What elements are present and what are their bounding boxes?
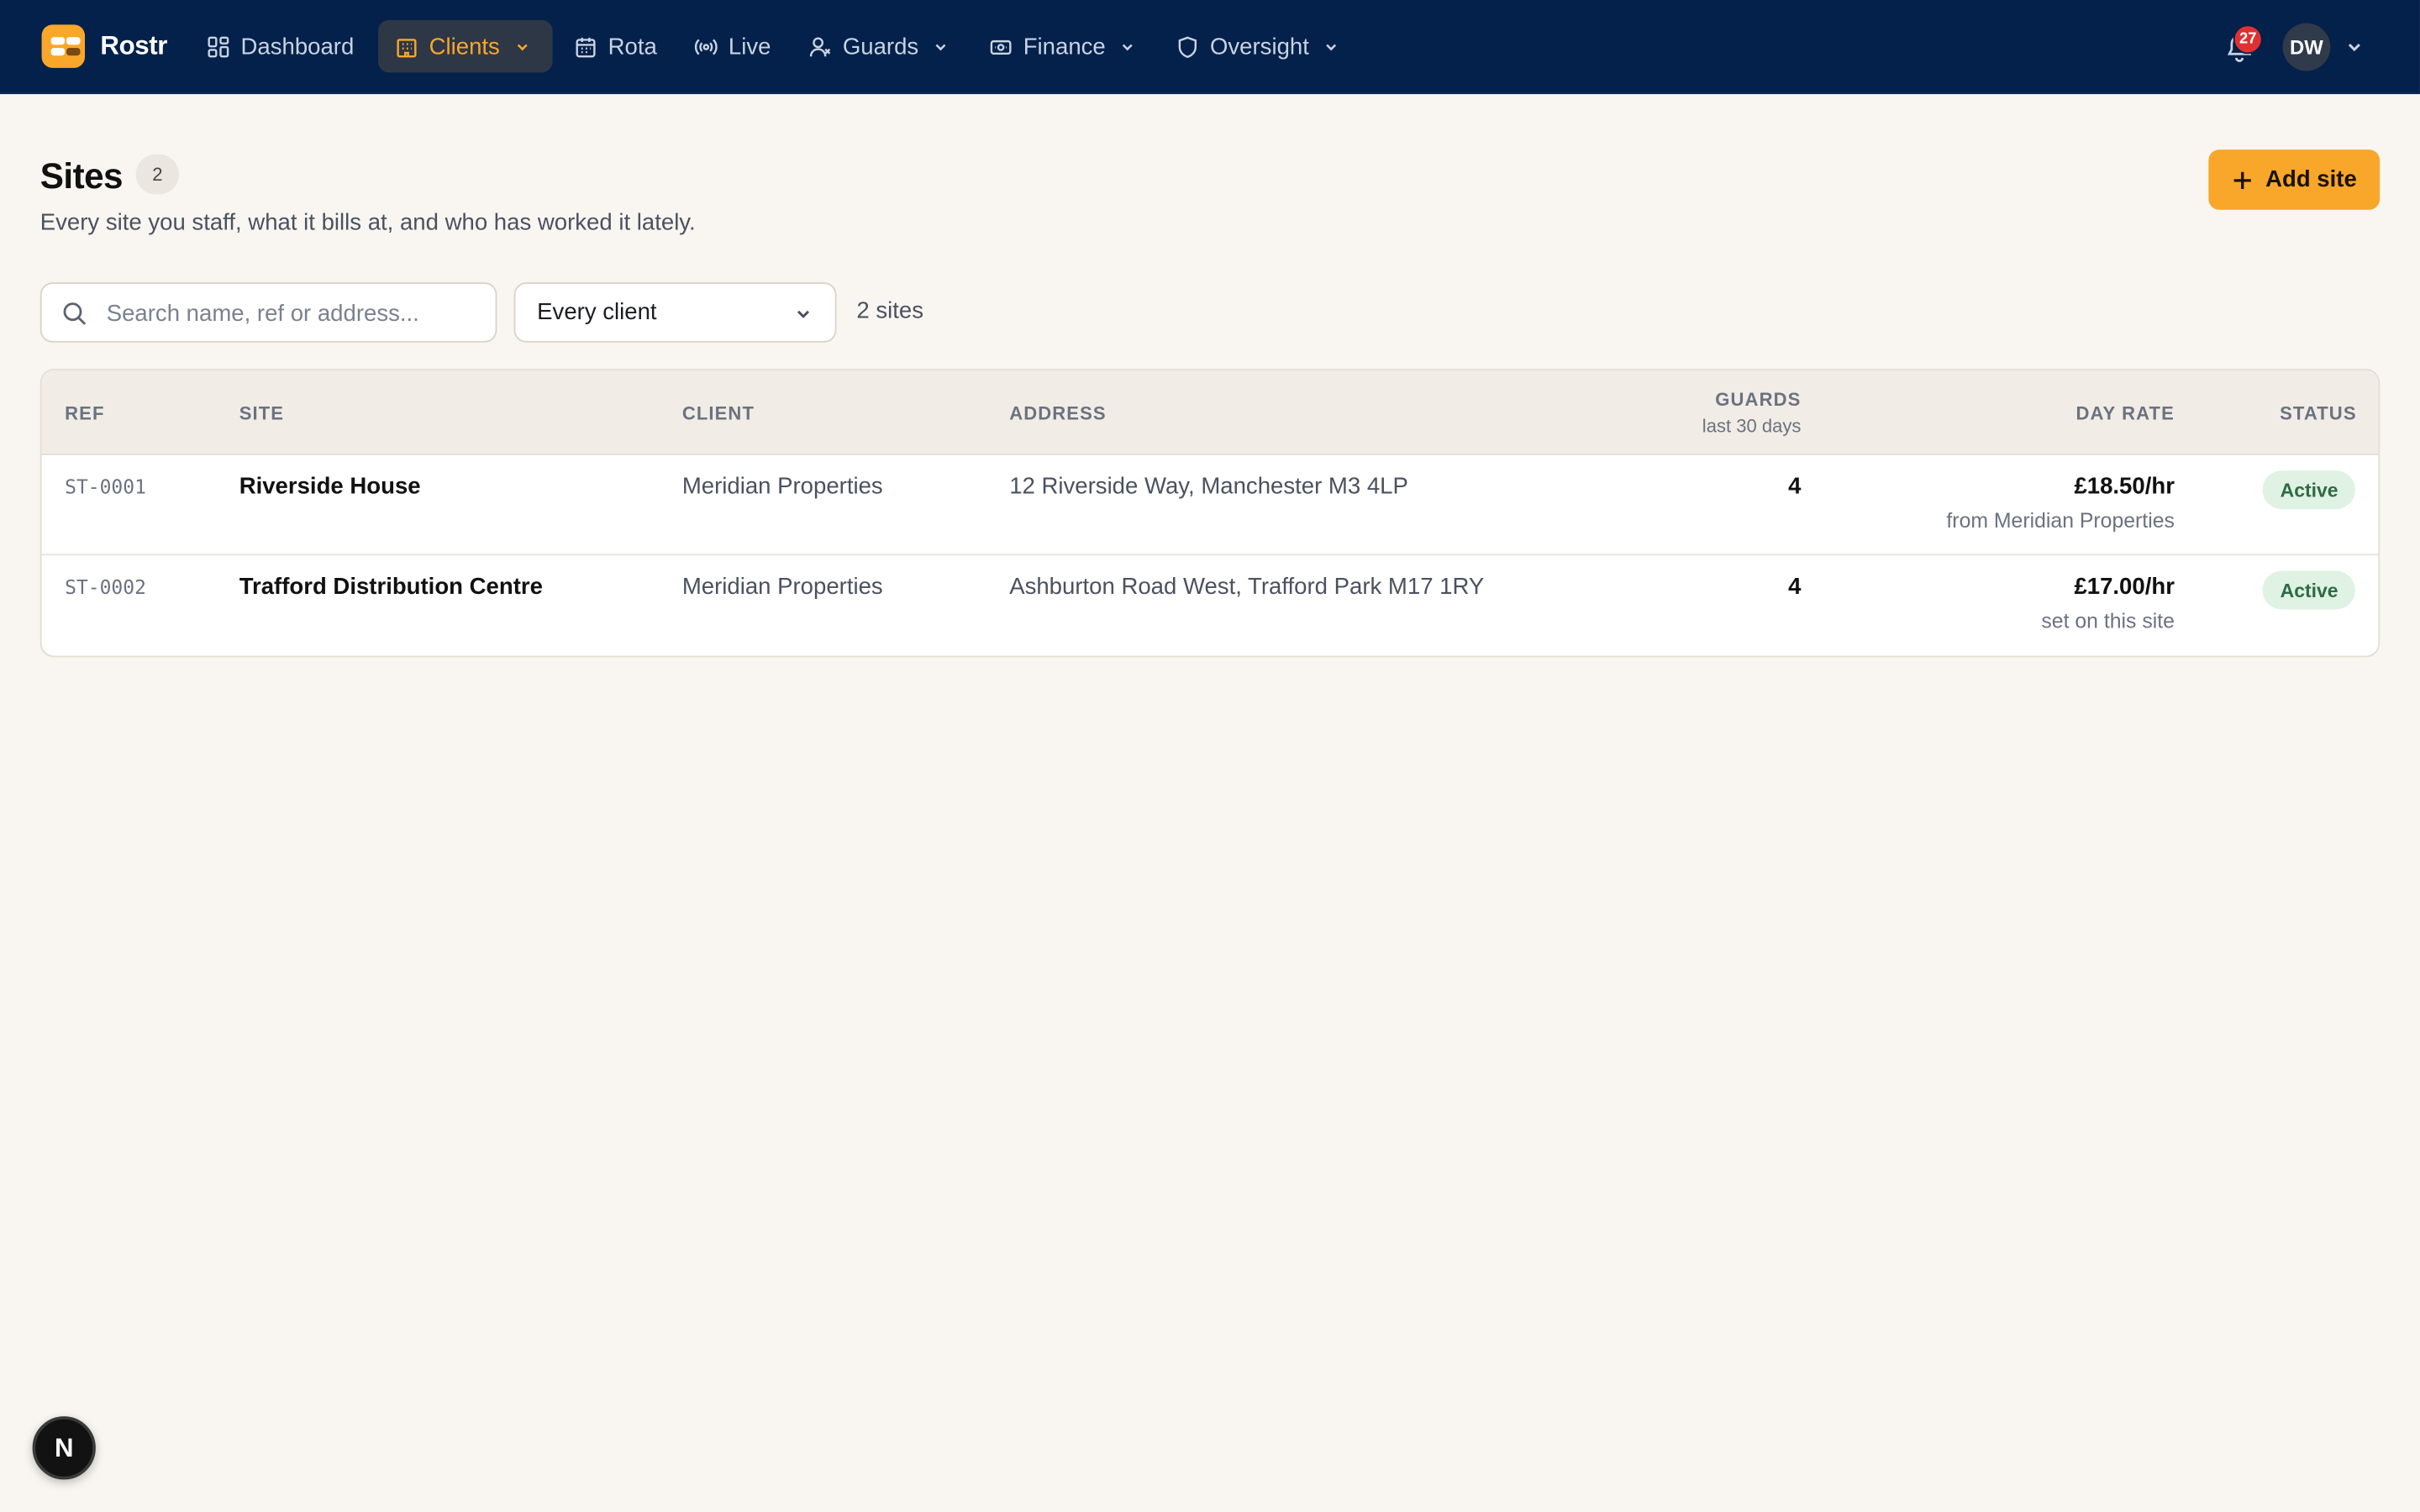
site-client: Meridian Properties	[681, 473, 883, 501]
search-icon	[63, 302, 87, 325]
search-input[interactable]	[103, 285, 481, 343]
nav-dashboard[interactable]: Dashboard	[190, 20, 371, 72]
site-count-pill: 2	[135, 154, 180, 195]
calendar-icon	[576, 36, 596, 57]
add-site-label: Add site	[2265, 166, 2357, 193]
brand-name[interactable]: Rostr	[100, 31, 167, 62]
chevron-down-icon[interactable]	[2344, 37, 2365, 57]
chevron-down-icon	[935, 43, 946, 50]
dashboard-icon	[208, 35, 229, 57]
nav-clients[interactable]: Clients	[377, 19, 553, 73]
status-badge: Active	[2263, 570, 2355, 610]
site-day-rate: £18.50/hr	[2074, 473, 2175, 501]
nav-guards[interactable]: Guards	[792, 20, 966, 72]
nav-finance[interactable]: Finance	[972, 20, 1154, 72]
nav-live-label: Live	[728, 33, 771, 60]
site-day-rate: £17.00/hr	[2074, 574, 2175, 601]
nav-live[interactable]: Live	[677, 20, 787, 72]
column-header-guards[interactable]: GUARDS	[1715, 389, 1801, 411]
table-row[interactable]: ST-0002 Trafford Distribution Centre Mer…	[42, 554, 2379, 654]
status-badge: Active	[2263, 470, 2355, 510]
site-name-link[interactable]: Riverside House	[239, 474, 421, 500]
search-field[interactable]	[39, 282, 497, 343]
column-header-guards-sub: last 30 days	[1702, 415, 1802, 437]
nav-oversight[interactable]: Oversight	[1159, 20, 1356, 72]
user-avatar[interactable]: DW	[2282, 23, 2331, 71]
site-address: Ashburton Road West, Trafford Park M17 1…	[1009, 574, 1485, 601]
site-ref: ST-0002	[65, 575, 146, 599]
banknote-icon	[990, 39, 1012, 55]
client-filter-select[interactable]: Every client	[513, 282, 837, 343]
nav-clients-label: Clients	[429, 33, 500, 60]
site-rate-source: from Meridian Properties	[1946, 509, 2175, 533]
chevron-down-icon	[1123, 43, 1134, 50]
page-subtitle: Every site you staff, what it bills at, …	[39, 209, 696, 237]
rostr-logo-icon[interactable]	[41, 24, 86, 68]
nav-guards-label: Guards	[842, 33, 919, 60]
add-site-button[interactable]: Add site	[2208, 150, 2381, 210]
client-filter-value: Every client	[537, 299, 657, 326]
result-count: 2 sites	[856, 297, 924, 324]
chevron-down-icon	[1326, 43, 1337, 50]
plus-icon	[2233, 171, 2251, 189]
nav-rota-label: Rota	[608, 33, 657, 60]
site-address: 12 Riverside Way, Manchester M3 4LP	[1009, 473, 1408, 501]
nav-dashboard-label: Dashboard	[240, 33, 355, 60]
user-icon	[809, 36, 831, 56]
site-ref: ST-0001	[65, 475, 146, 499]
column-header-day-rate[interactable]: DAY RATE	[2075, 402, 2174, 424]
column-header-site[interactable]: SITE	[239, 402, 284, 424]
page-title: Sites	[39, 155, 124, 197]
nav-finance-label: Finance	[1023, 33, 1106, 60]
site-guards-count: 4	[1788, 473, 1802, 501]
sites-table: REF SITE CLIENT ADDRESS GUARDS last 30 d…	[39, 368, 2381, 658]
building-icon	[397, 38, 417, 57]
table-row[interactable]: ST-0001 Riverside House Meridian Propert…	[41, 454, 2379, 556]
table-header: REF SITE CLIENT ADDRESS GUARDS last 30 d…	[41, 370, 2379, 455]
top-navbar: Rostr Dashboard Clients Rota Live Guards…	[0, 0, 2420, 95]
site-guards-count: 4	[1788, 574, 1802, 601]
site-client: Meridian Properties	[681, 574, 883, 601]
dev-tools-badge[interactable]: N	[32, 1416, 96, 1480]
site-rate-source: set on this site	[2041, 609, 2175, 633]
shield-icon	[1178, 35, 1197, 58]
column-header-ref[interactable]: REF	[65, 402, 104, 424]
column-header-client[interactable]: CLIENT	[682, 402, 755, 424]
chevron-down-icon	[797, 310, 810, 318]
notification-count-badge: 27	[2233, 24, 2263, 55]
site-name-link[interactable]: Trafford Distribution Centre	[239, 574, 543, 600]
chevron-down-icon	[517, 43, 528, 50]
column-header-address[interactable]: ADDRESS	[1009, 402, 1107, 424]
column-header-status[interactable]: STATUS	[2280, 402, 2357, 424]
broadcast-icon	[694, 38, 718, 55]
nav-oversight-label: Oversight	[1209, 33, 1309, 60]
nav-rota[interactable]: Rota	[557, 20, 674, 72]
